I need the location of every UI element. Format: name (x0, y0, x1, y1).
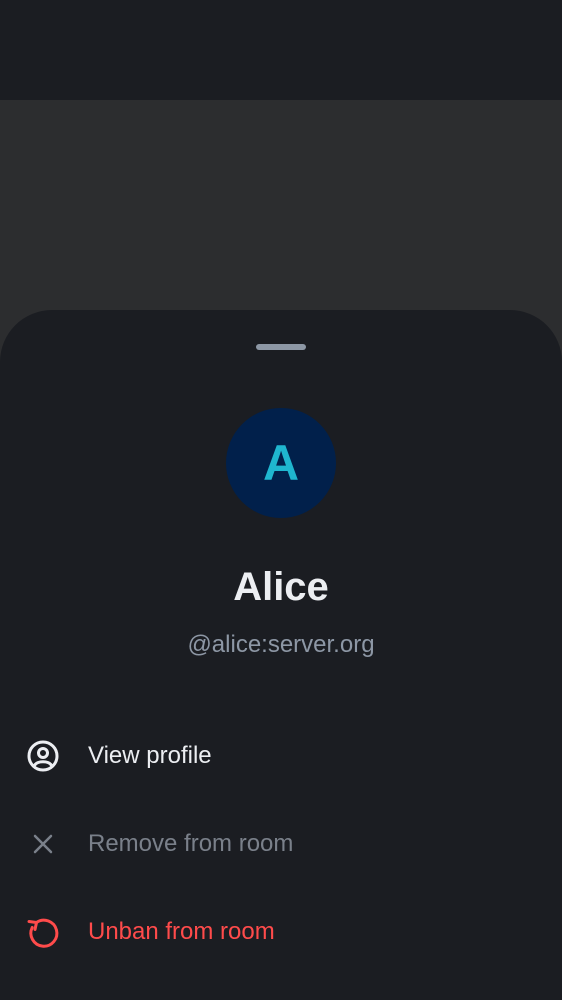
unban-from-room-button[interactable]: Unban from room (0, 888, 562, 976)
view-profile-label: View profile (88, 742, 212, 769)
member-bottom-sheet: A Alice @alice:server.org View profile R… (0, 310, 562, 1000)
unban-from-room-label: Unban from room (88, 918, 275, 945)
member-user-id: @alice:server.org (187, 631, 375, 658)
member-display-name: Alice (233, 565, 329, 609)
view-profile-button[interactable]: View profile (0, 712, 562, 800)
user-profile-icon (26, 739, 60, 773)
avatar-initial: A (262, 435, 300, 491)
screen: A Alice @alice:server.org View profile R… (0, 0, 562, 1000)
remove-from-room-button[interactable]: Remove from room (0, 800, 562, 888)
close-icon (26, 827, 60, 861)
restore-icon (26, 915, 60, 949)
remove-from-room-label: Remove from room (88, 830, 294, 857)
avatar: A (226, 408, 336, 518)
drag-handle[interactable] (256, 344, 306, 350)
top-app-bar (0, 0, 562, 100)
